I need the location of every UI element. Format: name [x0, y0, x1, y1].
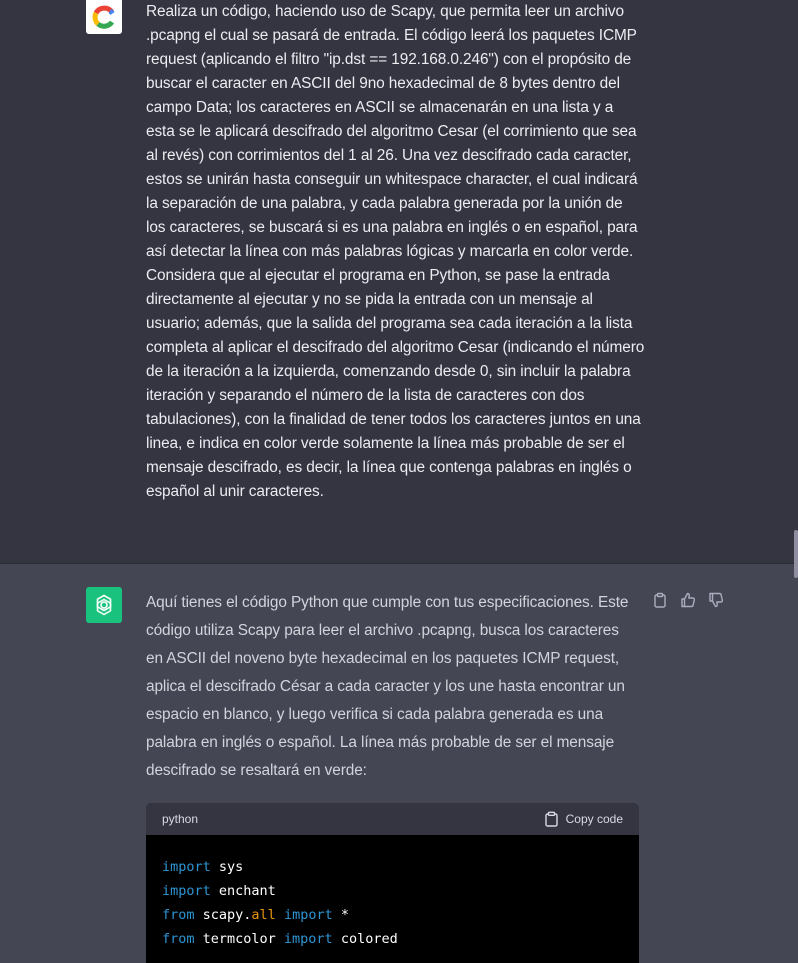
user-avatar	[86, 0, 122, 34]
user-message: Realiza un código, haciendo uso de Scapy…	[0, 0, 798, 564]
code-token: all	[251, 907, 276, 923]
copy-icon	[653, 592, 666, 608]
code-language-label: python	[162, 812, 199, 826]
code-line: import enchant	[162, 879, 623, 903]
code-block: python Copy code import sys import enchan…	[146, 803, 639, 963]
code-body[interactable]: import sys import enchant from scapy.all i…	[146, 835, 639, 951]
code-token: import	[283, 907, 333, 923]
thumbs-down-button[interactable]	[706, 590, 725, 609]
code-token: colored	[332, 931, 398, 947]
thumbs-up-button[interactable]	[678, 590, 697, 609]
code-token: *	[332, 907, 349, 923]
copy-message-button[interactable]	[650, 590, 669, 609]
copy-code-label: Copy code	[565, 812, 623, 826]
colored-c-logo-icon	[92, 5, 115, 29]
code-token: enchant	[210, 883, 276, 899]
code-block-header: python Copy code	[146, 803, 639, 835]
thumbs-up-icon	[680, 592, 695, 607]
assistant-message-text: Aquí tienes el código Python que cumple …	[146, 594, 629, 779]
code-token: scapy.	[194, 907, 252, 923]
clipboard-icon	[544, 811, 558, 827]
code-token: import	[162, 859, 211, 875]
code-token: import	[283, 931, 333, 947]
copy-code-button[interactable]: Copy code	[544, 811, 623, 827]
code-token: termcolor	[194, 931, 284, 947]
assistant-avatar	[86, 587, 122, 623]
openai-logo-icon	[96, 594, 112, 616]
code-line: from termcolor import colored	[162, 927, 623, 951]
user-message-text: Realiza un código, haciendo uso de Scapy…	[146, 3, 645, 500]
code-token: from	[162, 931, 195, 947]
code-line: from scapy.all import *	[162, 903, 623, 927]
code-line: import sys	[162, 855, 623, 879]
code-token: from	[162, 907, 195, 923]
code-token: sys	[210, 859, 244, 875]
thumbs-down-icon	[708, 592, 723, 607]
scrollbar[interactable]	[794, 530, 798, 578]
message-actions	[650, 590, 725, 609]
code-token: import	[162, 883, 211, 899]
assistant-message: Aquí tienes el código Python que cumple …	[0, 564, 798, 963]
